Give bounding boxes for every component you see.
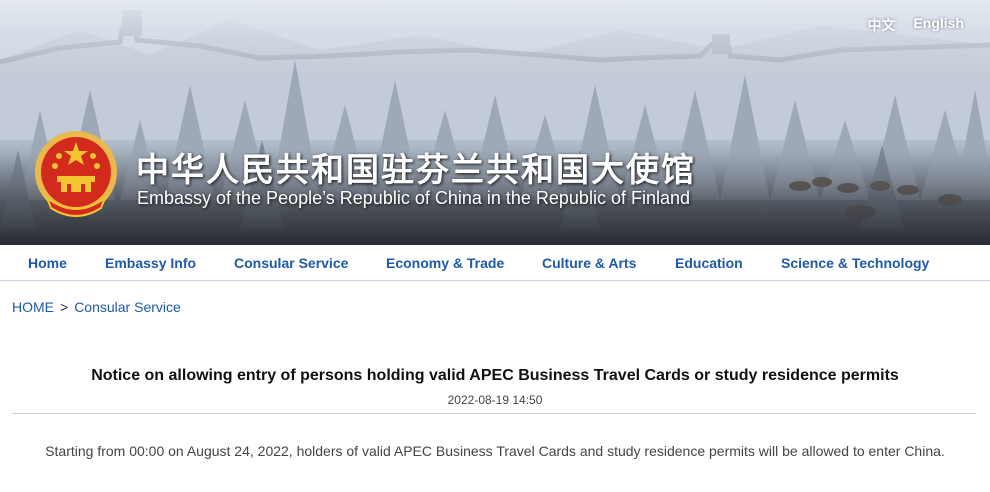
breadcrumb-separator: > [60, 299, 69, 315]
national-emblem-icon [35, 131, 117, 217]
breadcrumb: HOME > Consular Service [12, 299, 181, 315]
embassy-title-english: Embassy of the People’s Republic of Chin… [137, 188, 690, 208]
main-navigation: Home Embassy Info Consular Service Econo… [0, 245, 990, 281]
divider [12, 413, 976, 414]
nav-item-science-technology[interactable]: Science & Technology [781, 255, 929, 271]
embassy-title-chinese: 中华人民共和国驻芬兰共和国大使馆 [136, 150, 696, 189]
nav-item-consular-service[interactable]: Consular Service [234, 255, 348, 271]
nav-item-home[interactable]: Home [28, 255, 67, 271]
nav-item-culture-arts[interactable]: Culture & Arts [542, 255, 636, 271]
lang-chinese-link[interactable]: 中文 [867, 15, 895, 35]
language-switcher: 中文 English [867, 15, 964, 35]
nav-item-embassy-info[interactable]: Embassy Info [105, 255, 196, 271]
nav-item-education[interactable]: Education [675, 255, 743, 271]
nav-item-economy-trade[interactable]: Economy & Trade [386, 255, 504, 271]
breadcrumb-consular-service-link[interactable]: Consular Service [74, 299, 181, 315]
lang-english-link[interactable]: English [913, 15, 964, 35]
article-body: Starting from 00:00 on August 24, 2022, … [45, 443, 945, 459]
article-title: Notice on allowing entry of persons hold… [91, 367, 899, 384]
article-date: 2022-08-19 14:50 [447, 393, 543, 407]
header-banner: 中文 English 中华人民共和国驻芬兰共和国大使馆 Embassy of t… [0, 0, 990, 245]
breadcrumb-home-link[interactable]: HOME [12, 299, 54, 315]
